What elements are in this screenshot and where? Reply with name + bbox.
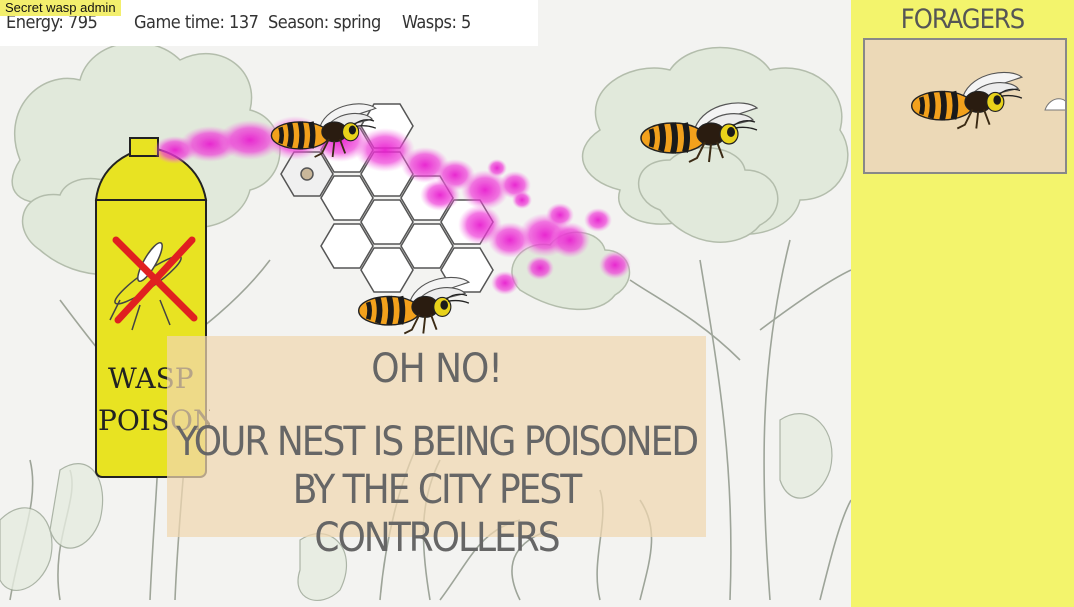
overlay-title: OH NO! <box>371 346 502 392</box>
wasp-icon <box>865 40 1065 174</box>
game-scene[interactable]: Energy: 795 Game time: 137 Season: sprin… <box>0 0 851 607</box>
wasps-stat: Wasps: 5 <box>402 12 471 33</box>
secret-wasp-admin-button[interactable]: Secret wasp admin <box>0 0 121 16</box>
game-time-stat: Game time: 137 <box>134 12 259 33</box>
season-stat: Season: spring <box>268 12 381 33</box>
game-over-overlay: OH NO! YOUR NEST IS BEING POISONED BY TH… <box>167 336 706 561</box>
overlay-message: YOUR NEST IS BEING POISONED BY THE CITY … <box>175 419 699 561</box>
foragers-panel: FORAGERS <box>851 0 1074 607</box>
forager-card[interactable] <box>863 38 1067 174</box>
panel-title: FORAGERS <box>900 4 1025 35</box>
